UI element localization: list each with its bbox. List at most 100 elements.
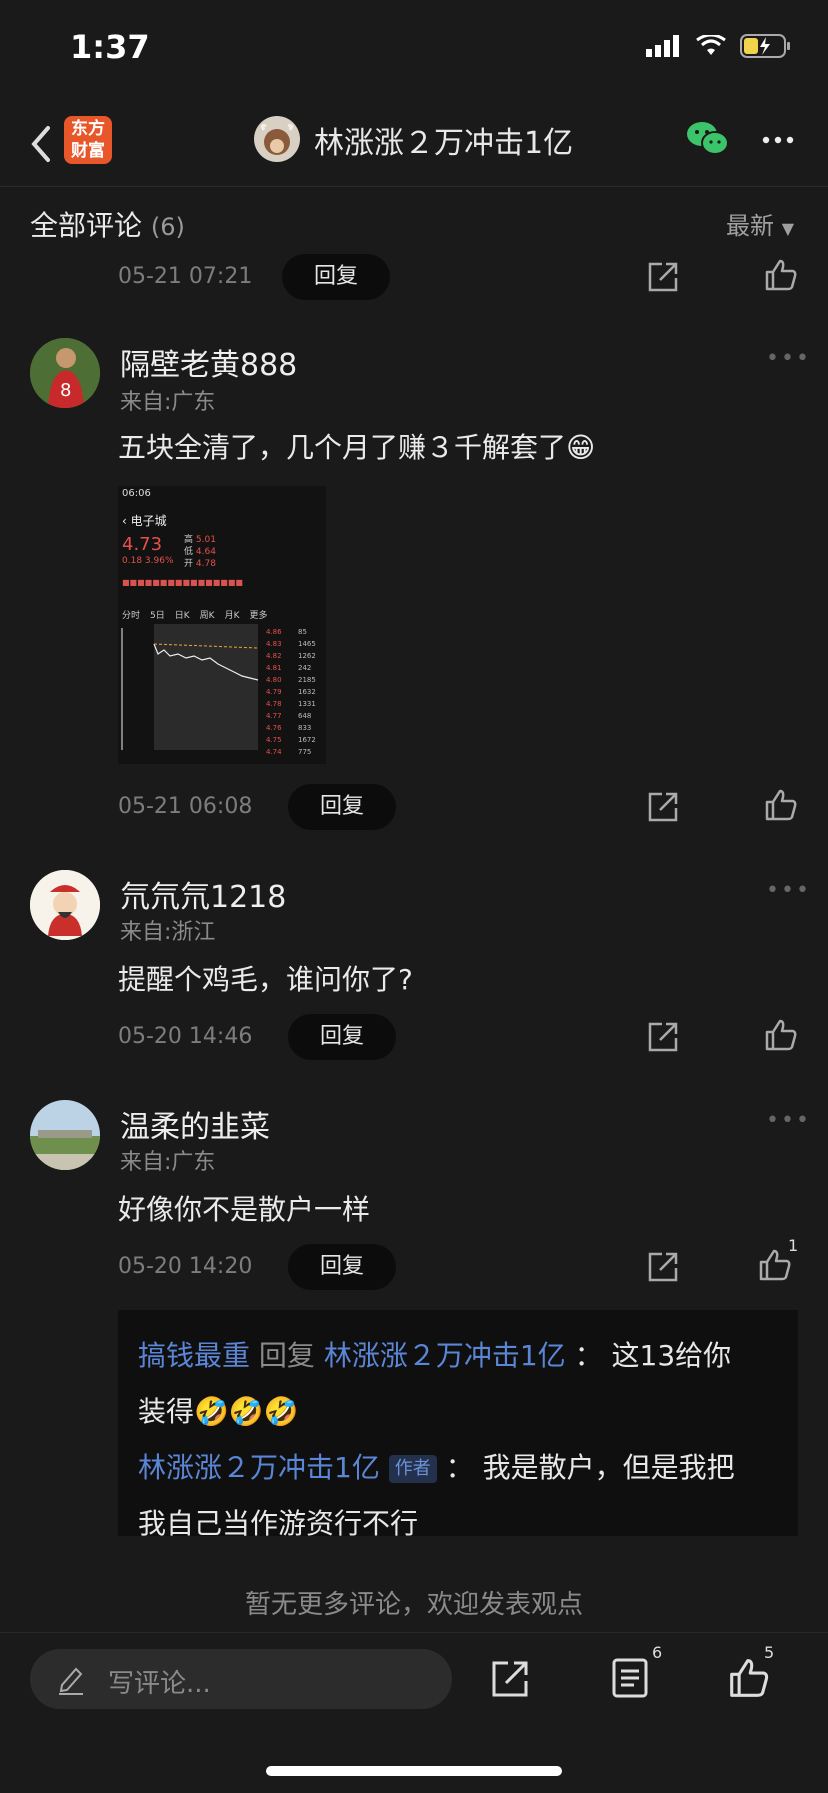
bull-avatar-icon (260, 124, 294, 155)
pencil-icon (59, 1667, 83, 1695)
image-tab: 分时 (122, 611, 141, 621)
comment-time: 05-20 14:46 (118, 1024, 253, 1049)
app-logo[interactable]: 东方 财富 (64, 116, 112, 164)
sort-dropdown[interactable]: 最新 ▼ (726, 206, 794, 241)
username[interactable]: 氘氘氘1218 (120, 872, 286, 916)
reply-colon: ： (445, 1451, 474, 1484)
landscape-avatar-icon (30, 1100, 100, 1170)
share-icon[interactable] (646, 790, 680, 824)
location: 来自:广东 (120, 1150, 216, 1175)
image-stock-name: 电子城 (130, 514, 167, 528)
page-title: 林涨涨２万冲击1亿 (314, 126, 574, 161)
reply-text: 装得🤣🤣🤣 (138, 1395, 299, 1428)
svg-text:1465: 1465 (298, 640, 316, 648)
svg-text:833: 833 (298, 724, 311, 732)
reply-button[interactable]: 回复 (288, 1244, 396, 1290)
user-avatar-icon: 8 (30, 338, 100, 408)
author-avatar[interactable] (254, 116, 300, 162)
avatar[interactable] (30, 1100, 100, 1170)
location: 来自:浙江 (120, 920, 216, 945)
replies-panel: 搞钱最重 回复 林涨涨２万冲击1亿 ： 这13给你 装得🤣🤣🤣 林涨涨２万冲击1… (118, 1310, 798, 1540)
share-icon[interactable] (646, 1250, 680, 1284)
image-tab: 日K (174, 611, 190, 621)
intraday-chart-thumbnail: 4.86 4.83 4.82 4.81 4.80 4.79 4.78 4.77 4.76 4… (121, 624, 316, 756)
like-count: 1 (788, 1236, 799, 1255)
more-options-icon[interactable] (762, 136, 794, 144)
image-tab: 月K (224, 611, 240, 621)
image-tab: 更多 (249, 611, 268, 621)
svg-text:648: 648 (298, 712, 311, 720)
share-icon[interactable] (490, 1659, 530, 1699)
svg-text:4.83: 4.83 (266, 640, 282, 648)
fortune-god-avatar-icon (30, 870, 100, 940)
location: 来自:广东 (120, 390, 216, 415)
svg-text:775: 775 (298, 748, 311, 756)
image-price: 4.73 (122, 534, 163, 555)
svg-text:2185: 2185 (298, 676, 316, 684)
svg-text:4.76: 4.76 (266, 724, 282, 732)
battery-charging-icon (740, 34, 790, 58)
svg-text:4.80: 4.80 (266, 676, 282, 684)
comment-content: 五块全清了，几个月了赚３千解套了😁 (118, 431, 596, 464)
status-time: 1:37 (70, 28, 150, 66)
comments-count-badge: 6 (652, 1643, 663, 1662)
reply-from-user[interactable]: 搞钱最重 (138, 1339, 250, 1372)
reply-colon: ： (574, 1339, 603, 1372)
nav-bar: 东方 财富 林涨涨２万冲击1亿 (0, 100, 828, 187)
avatar[interactable]: 8 (30, 338, 100, 408)
svg-text:4.75: 4.75 (266, 736, 282, 744)
svg-text:4.86: 4.86 (266, 628, 282, 636)
comment-content: 好像你不是散户一样 (118, 1193, 371, 1226)
wifi-icon (696, 35, 726, 55)
image-change: 0.18 3.96% (122, 556, 174, 566)
share-icon[interactable] (646, 260, 680, 294)
svg-text:4.77: 4.77 (266, 712, 282, 720)
share-icon[interactable] (646, 1020, 680, 1054)
reply-button[interactable]: 回复 (282, 254, 390, 300)
reply-item[interactable]: 林涨涨２万冲击1亿 作者 ： 我是散户，但是我把 我自己当作游资行不行 (138, 1440, 788, 1552)
reply-text: 这13给你 (611, 1339, 732, 1372)
like-icon[interactable] (764, 1018, 798, 1052)
like-icon[interactable] (728, 1657, 770, 1699)
caret-down-icon: ▼ (781, 219, 794, 238)
comment-placeholder: 写评论... (108, 1669, 211, 1699)
author-badge: 作者 (388, 1455, 437, 1483)
reply-verb: 回复 (258, 1339, 315, 1372)
svg-text:4.79: 4.79 (266, 688, 282, 696)
likes-count-badge: 5 (764, 1643, 775, 1662)
like-icon[interactable] (758, 1248, 792, 1282)
more-icon[interactable]: ••• (766, 1108, 811, 1133)
reply-item[interactable]: 搞钱最重 回复 林涨涨２万冲击1亿 ： 这13给你 装得🤣🤣🤣 (138, 1328, 788, 1440)
image-tab: 5日 (150, 611, 165, 621)
comment-time: 05-21 07:21 (118, 264, 253, 289)
back-icon[interactable] (26, 124, 56, 164)
more-icon[interactable]: ••• (766, 878, 811, 903)
like-icon[interactable] (764, 258, 798, 292)
username[interactable]: 温柔的韭菜 (120, 1102, 270, 1146)
username[interactable]: 隔壁老黄888 (120, 340, 297, 384)
svg-text:1632: 1632 (298, 688, 316, 696)
more-icon[interactable]: ••• (766, 346, 811, 371)
comment-input[interactable]: 写评论... (30, 1649, 452, 1709)
comments-icon[interactable] (610, 1657, 650, 1699)
comment-time: 05-20 14:20 (118, 1254, 253, 1279)
sort-label: 最新 (726, 212, 775, 240)
logo-text-1: 东方 (71, 119, 105, 139)
svg-text:8: 8 (60, 380, 71, 401)
avatar[interactable] (30, 870, 100, 940)
stock-screenshot-image[interactable]: 06:06 ‹ 电子城 4.73 0.18 3.96% 高 5.01 低 4.6… (118, 486, 326, 764)
wechat-icon[interactable] (686, 120, 730, 158)
image-low: 4.64 (195, 547, 216, 557)
svg-text:4.74: 4.74 (266, 748, 282, 756)
svg-text:85: 85 (298, 628, 307, 636)
reply-text: 我自己当作游资行不行 (138, 1507, 419, 1540)
reply-button[interactable]: 回复 (288, 784, 396, 830)
svg-text:4.78: 4.78 (266, 700, 282, 708)
logo-text-2: 财富 (71, 141, 105, 161)
like-icon[interactable] (764, 788, 798, 822)
reply-from-user[interactable]: 林涨涨２万冲击1亿 (138, 1451, 380, 1484)
image-open: 4.78 (195, 559, 216, 569)
svg-text:1672: 1672 (298, 736, 316, 744)
reply-button[interactable]: 回复 (288, 1014, 396, 1060)
reply-to-user[interactable]: 林涨涨２万冲击1亿 (324, 1339, 566, 1372)
